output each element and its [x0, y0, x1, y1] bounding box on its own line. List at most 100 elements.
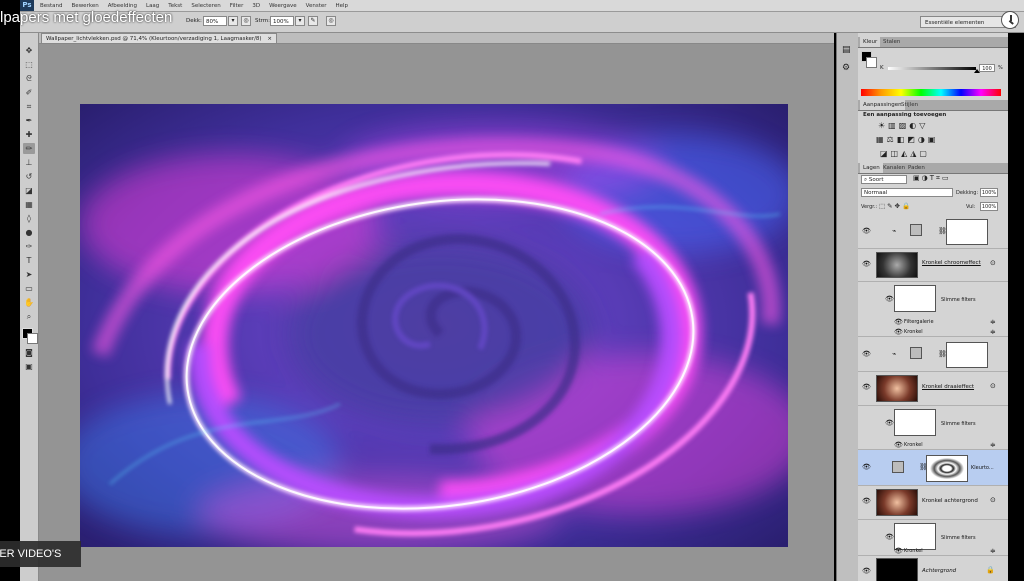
tab-paden[interactable]: Paden	[905, 163, 928, 173]
adjustment-icons-row-3[interactable]: ◪◫◭◮▢	[880, 149, 930, 158]
background-color-swatch[interactable]	[27, 333, 38, 344]
filter-options-icon[interactable]: ≑	[990, 547, 996, 555]
screen-mode-icon[interactable]: ▣	[23, 361, 35, 372]
document-close-icon[interactable]: ×	[267, 36, 272, 42]
quick-mask-icon[interactable]: ◙	[23, 347, 35, 358]
eraser-tool-icon[interactable]: ◪	[23, 185, 35, 196]
layer-row[interactable]: 👁 Slimme filters	[858, 282, 1008, 317]
layer-row[interactable]: 👁 Filtergalerie ≑	[858, 317, 1008, 327]
pressure-opacity-icon[interactable]: ◎	[241, 16, 251, 26]
layer-name[interactable]: Kronkel chroomeffect	[922, 260, 981, 266]
layer-row[interactable]: 👁 ⌁ ⛓	[858, 337, 1008, 372]
visibility-eye-icon[interactable]: 👁	[894, 548, 903, 555]
color-slider-track[interactable]	[888, 67, 976, 70]
visibility-eye-icon[interactable]: 👁	[862, 464, 871, 471]
blend-mode-select[interactable]: Normaal	[861, 188, 953, 197]
visibility-eye-icon[interactable]: 👁	[862, 351, 871, 358]
layer-mask-thumbnail[interactable]	[946, 342, 988, 368]
brush-tool-icon[interactable]: ✏	[23, 143, 35, 154]
stamp-tool-icon[interactable]: ⊥	[23, 157, 35, 168]
menu-weergave[interactable]: Weergave	[269, 3, 297, 9]
pressure-size-icon[interactable]: ◎	[326, 16, 336, 26]
tab-stalen[interactable]: Stalen	[880, 37, 903, 47]
layer-row[interactable]: 👁 Slimme filters	[858, 406, 1008, 440]
dodge-tool-icon[interactable]: ●	[23, 227, 35, 238]
blur-tool-icon[interactable]: ◊	[23, 213, 35, 224]
airbrush-icon[interactable]: ✎	[308, 16, 318, 26]
layer-name[interactable]: Kronkel draaieffect	[922, 384, 974, 390]
zoom-tool-icon[interactable]: ⌕	[23, 311, 35, 322]
lasso-tool-icon[interactable]: ᘓ	[23, 73, 35, 84]
layer-row[interactable]: 👁 Kronkel achtergrond ⊙	[858, 486, 1008, 520]
menu-help[interactable]: Help	[336, 3, 349, 9]
layer-row[interactable]: 👁 Kronkel ≑	[858, 327, 1008, 337]
visibility-eye-icon[interactable]: 👁	[894, 442, 903, 449]
layer-name[interactable]: Achtergrond	[922, 568, 956, 574]
shape-tool-icon[interactable]: ▭	[23, 283, 35, 294]
menu-laag[interactable]: Laag	[146, 3, 159, 9]
visibility-eye-icon[interactable]: 👁	[885, 296, 894, 303]
healing-tool-icon[interactable]: ✚	[23, 129, 35, 140]
visibility-eye-icon[interactable]: 👁	[894, 319, 903, 326]
layer-row[interactable]: 👁 Kronkel ≑	[858, 440, 1008, 450]
menu-tekst[interactable]: Tekst	[168, 3, 182, 9]
gradient-tool-icon[interactable]: ▦	[23, 199, 35, 210]
layer-filter-icons[interactable]: ▣◑T⌗▭	[913, 174, 951, 183]
layer-mask-thumbnail[interactable]	[946, 219, 988, 245]
type-tool-icon[interactable]: T	[23, 255, 35, 266]
lock-icons[interactable]: ⬚✎✥🔒	[879, 202, 912, 210]
menu-filter[interactable]: Filter	[230, 3, 244, 9]
color-spectrum-bar[interactable]	[861, 89, 1001, 96]
layer-filter-select[interactable]: ⌕ Soort	[861, 175, 907, 184]
tab-kleur[interactable]: Kleur	[860, 37, 881, 47]
layer-mask-thumbnail[interactable]	[926, 455, 968, 482]
document-canvas[interactable]	[80, 104, 788, 547]
filter-options-icon[interactable]: ≑	[990, 328, 996, 336]
opacity-dropdown-icon[interactable]: ▾	[228, 16, 238, 26]
eyedropper-tool-icon[interactable]: ✒	[23, 115, 35, 126]
layer-row[interactable]: 👁 Kronkel chroomeffect ⊙	[858, 249, 1008, 282]
marquee-tool-icon[interactable]: ⬚	[23, 59, 35, 70]
layer-row-selected[interactable]: 👁 ⛓ Kleurto...	[858, 450, 1008, 486]
layer-row[interactable]: 👁 Achtergrond 🔒	[858, 556, 1008, 581]
history-panel-icon[interactable]: ▤	[842, 45, 851, 55]
move-tool-icon[interactable]: ✥	[23, 45, 35, 56]
menu-venster[interactable]: Venster	[306, 3, 327, 9]
filter-options-icon[interactable]: ≑	[990, 441, 996, 449]
hand-tool-icon[interactable]: ✋	[23, 297, 35, 308]
flow-field[interactable]: 100%	[270, 16, 294, 26]
adjustment-icons-row-1[interactable]: ☀▥▨◐▽	[878, 121, 928, 130]
menu-afbeelding[interactable]: Afbeelding	[108, 3, 137, 9]
color-bg-swatch[interactable]	[866, 57, 877, 68]
layer-row[interactable]: 👁 ⌁ ⛓	[858, 214, 1008, 249]
adjustment-icons-row-2[interactable]: ▦⚖◧◩◑▣	[876, 135, 938, 144]
opacity-field[interactable]: 80%	[203, 16, 227, 26]
path-select-tool-icon[interactable]: ➤	[23, 269, 35, 280]
layer-row[interactable]: 👁 Kronkel draaieffect ⊙	[858, 372, 1008, 406]
video-title[interactable]: lpapers met gloedeffecten	[0, 9, 172, 26]
color-value-field[interactable]: 100	[979, 64, 995, 72]
layer-name[interactable]: Kronkel achtergrond	[922, 498, 978, 504]
visibility-eye-icon[interactable]: 👁	[862, 261, 871, 268]
pen-tool-icon[interactable]: ✑	[23, 241, 35, 252]
more-videos-button[interactable]: EER VIDEO'S	[0, 541, 81, 567]
fill-field[interactable]: 100%	[980, 202, 998, 211]
document-tab[interactable]: Wallpaper_lichtvlekken.psd @ 71,4% (Kleu…	[41, 33, 277, 43]
flow-dropdown-icon[interactable]: ▾	[295, 16, 305, 26]
menu-3d[interactable]: 3D	[252, 3, 260, 9]
visibility-eye-icon[interactable]: 👁	[885, 534, 894, 541]
visibility-eye-icon[interactable]: 👁	[894, 329, 903, 336]
visibility-eye-icon[interactable]: 👁	[885, 420, 894, 427]
menu-bewerken[interactable]: Bewerken	[72, 3, 99, 9]
watch-later-clock-icon[interactable]	[1001, 11, 1019, 29]
menu-bestand[interactable]: Bestand	[40, 3, 63, 9]
layer-row[interactable]: 👁 Kronkel ≑	[858, 546, 1008, 556]
menu-selecteren[interactable]: Selecteren	[191, 3, 220, 9]
visibility-eye-icon[interactable]: 👁	[862, 384, 871, 391]
quick-select-tool-icon[interactable]: ✐	[23, 87, 35, 98]
visibility-eye-icon[interactable]: 👁	[862, 568, 871, 575]
visibility-eye-icon[interactable]: 👁	[862, 228, 871, 235]
visibility-eye-icon[interactable]: 👁	[862, 498, 871, 505]
layer-opacity-field[interactable]: 100%	[980, 188, 998, 197]
tab-kanalen[interactable]: Kanalen	[880, 163, 908, 173]
